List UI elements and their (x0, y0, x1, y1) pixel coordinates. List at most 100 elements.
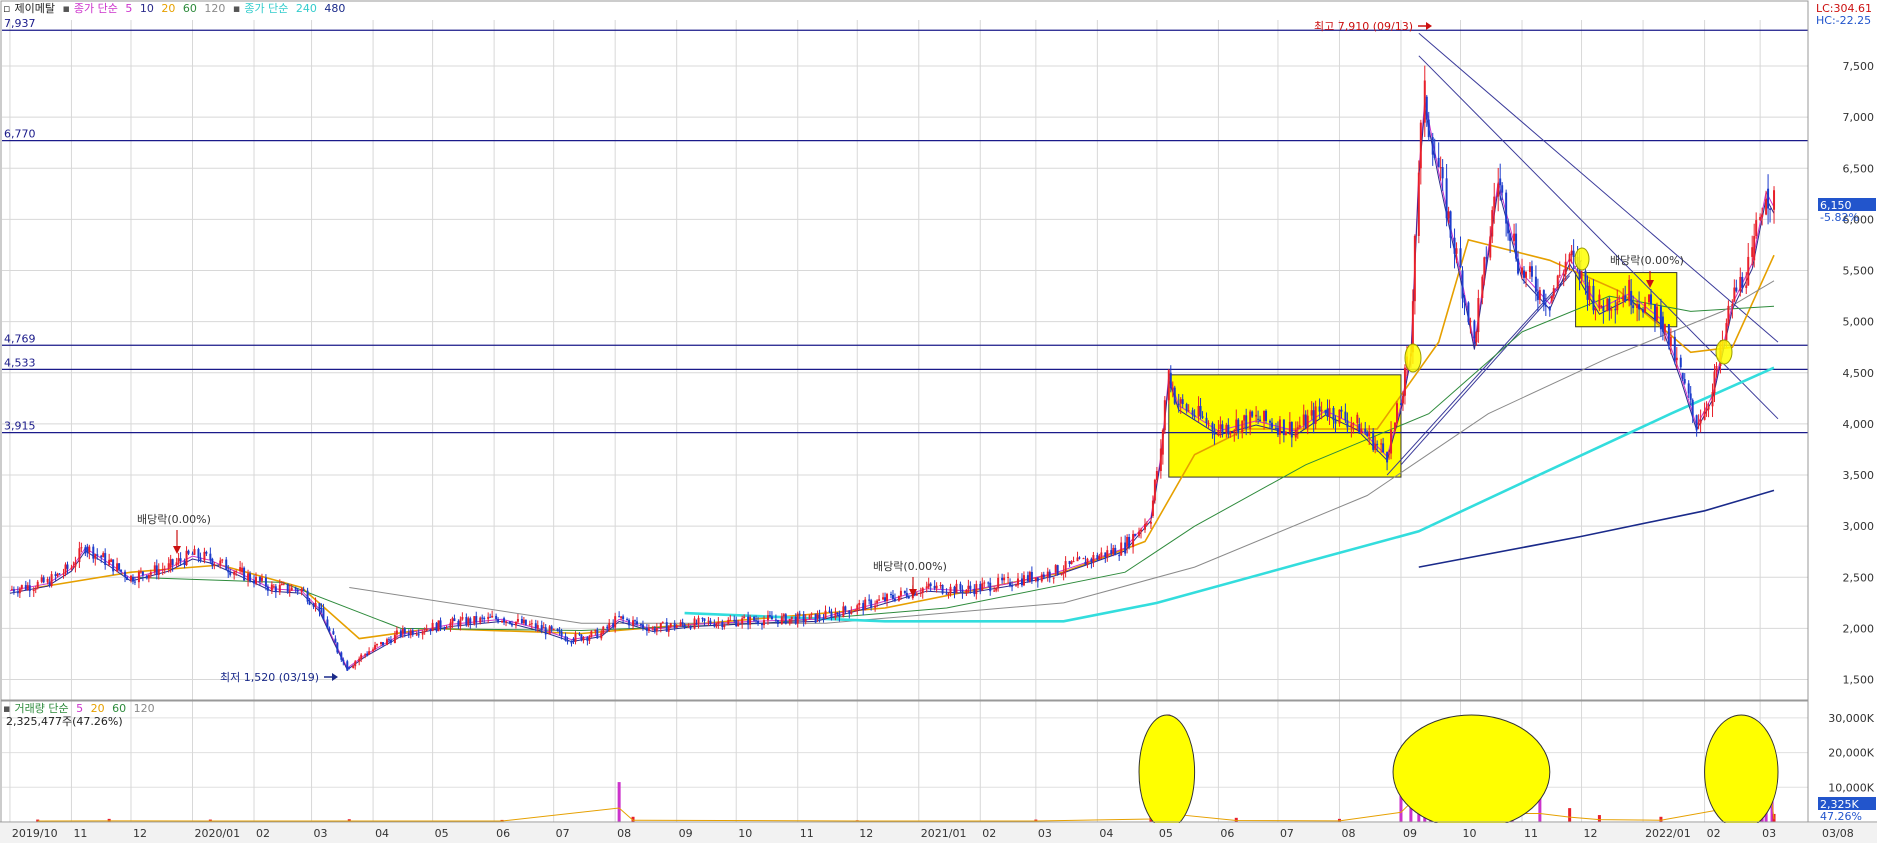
candle-body (810, 613, 813, 615)
candle-body (243, 567, 246, 581)
candle-body (1584, 271, 1587, 283)
candle-body (1233, 430, 1236, 433)
candle-body (320, 607, 323, 609)
candle-body (1753, 236, 1756, 261)
candle-body (796, 613, 799, 624)
candle-body (1413, 235, 1416, 302)
candle-body (24, 585, 27, 590)
candle-body (989, 582, 992, 592)
volume-legend-dot-icon: ▪ (3, 702, 11, 715)
candle-body (88, 546, 91, 553)
legend-toggle-icon[interactable]: ▫ (3, 2, 10, 15)
candle-body (1564, 261, 1567, 275)
candle-body (137, 572, 140, 583)
candle-body (1143, 524, 1146, 530)
candle-body (18, 588, 21, 594)
candle-body (905, 592, 908, 598)
candle-body (564, 636, 567, 641)
candle-body (1689, 393, 1692, 400)
candle-body (352, 666, 355, 669)
candle-body (1534, 276, 1537, 292)
candle-body (10, 589, 13, 591)
candle-body (975, 583, 978, 595)
candle-body (510, 623, 513, 626)
low-label: 최저 1,520 (03/19) (220, 671, 319, 684)
candle-body (407, 633, 410, 636)
volume-tick-label: 10,000K (1828, 781, 1874, 794)
candle-body (1022, 575, 1025, 586)
candle-body (1598, 294, 1601, 308)
candle-body (1062, 571, 1065, 575)
candle-body (1140, 529, 1143, 532)
candle-body (1060, 574, 1063, 576)
candle-body (254, 576, 257, 584)
candle-body (247, 573, 250, 581)
candle-body (858, 603, 861, 606)
candle-body (870, 600, 873, 608)
candle-body (1459, 248, 1462, 268)
candle-body (572, 638, 575, 642)
candle-body (1683, 379, 1686, 384)
candle-body (1296, 427, 1299, 430)
candle-body (1026, 575, 1029, 581)
candle-body (608, 623, 611, 629)
candle-body (503, 618, 506, 623)
candle-body (695, 623, 698, 625)
candle-body (1155, 471, 1158, 480)
candle-body (1650, 294, 1653, 305)
candle-body (108, 559, 111, 565)
candle-body (253, 580, 256, 584)
candle-body (1020, 578, 1023, 586)
candle-body (1344, 411, 1347, 421)
candle-body (582, 637, 585, 641)
candle-body (1618, 301, 1621, 303)
candle-body (1082, 558, 1085, 560)
candle-body (1374, 443, 1377, 450)
candle-body (1614, 309, 1617, 311)
candle-body (233, 571, 236, 575)
candle-body (552, 628, 555, 630)
level-label-2: 6,770 (4, 128, 36, 141)
candle-body (126, 576, 129, 581)
candle-body (96, 554, 99, 556)
x-tick-label: 08 (1341, 827, 1355, 840)
x-tick-label: 12 (859, 827, 873, 840)
candle-body (1052, 577, 1055, 579)
candle-body (66, 564, 69, 569)
candle-body (683, 624, 686, 628)
ma-label: 종가 단순 (73, 2, 118, 15)
candle-body (179, 558, 182, 562)
candle-body (12, 589, 15, 592)
candle-body (1030, 571, 1033, 582)
candle-body (1580, 271, 1583, 279)
price-tick-label: 3,500 (1843, 469, 1875, 482)
candle-body (713, 624, 716, 627)
candle-body (1310, 410, 1313, 416)
candle-body (1610, 309, 1613, 311)
candle-body (80, 547, 83, 549)
candle-body (596, 629, 599, 639)
candle-body (1326, 408, 1329, 417)
hc-value: HC:-22.25 (1816, 14, 1871, 27)
candle-body (465, 617, 468, 626)
candle-body (374, 645, 377, 650)
candle-body (1455, 248, 1458, 254)
candle-body (1630, 290, 1633, 306)
candle-body (104, 553, 107, 565)
candle-body (1227, 424, 1230, 435)
candle-body (1705, 409, 1708, 412)
candle-body (1608, 298, 1611, 311)
candle-body (659, 622, 662, 629)
candle-body (1711, 392, 1714, 407)
candle-body (155, 565, 158, 575)
candle-body (1153, 479, 1156, 501)
candle-body (1028, 571, 1031, 581)
candle-body (1624, 295, 1627, 302)
candle-body (802, 614, 805, 622)
candle-body (1251, 411, 1254, 417)
candle-body (780, 616, 783, 624)
candle-body (86, 546, 89, 553)
candle-body (473, 616, 476, 624)
candle-body (540, 625, 543, 630)
candle-body (941, 585, 944, 594)
